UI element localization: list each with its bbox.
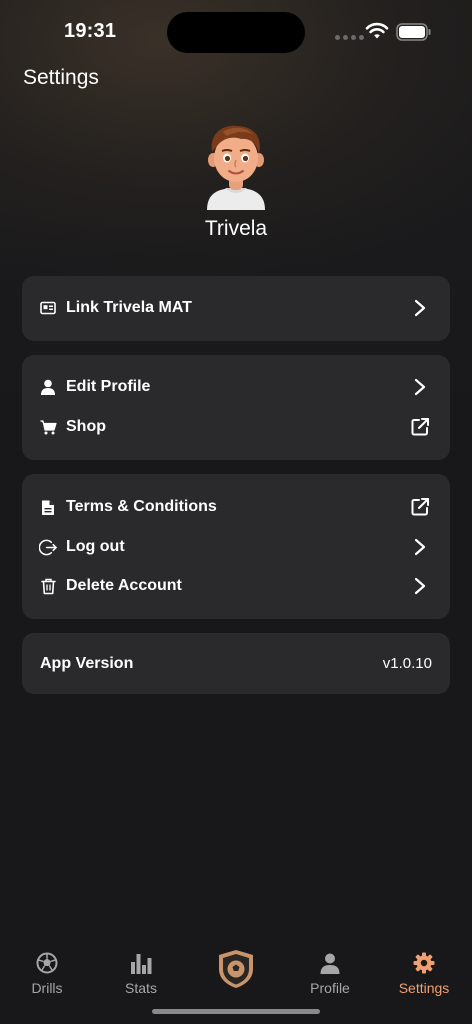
chevron-right-icon bbox=[410, 298, 430, 318]
soccer-ball-icon bbox=[7, 950, 87, 976]
tab-profile[interactable]: Profile bbox=[290, 950, 370, 996]
id-card-icon bbox=[39, 299, 57, 317]
avatar[interactable] bbox=[201, 122, 271, 210]
app-version-card: App Version v1.0.10 bbox=[22, 633, 450, 694]
external-link-icon bbox=[410, 417, 430, 437]
trash-icon bbox=[39, 577, 57, 595]
gear-icon bbox=[384, 950, 464, 976]
tab-drills-label: Drills bbox=[31, 980, 63, 996]
battery-icon bbox=[396, 23, 431, 41]
bar-chart-icon bbox=[101, 950, 181, 976]
logout-label: Log out bbox=[66, 538, 125, 555]
chevron-right-icon bbox=[410, 377, 430, 397]
person-icon bbox=[39, 378, 57, 396]
app-version-label: App Version bbox=[40, 655, 134, 672]
logout-icon bbox=[39, 538, 57, 556]
device-card: Link Trivela MAT bbox=[22, 276, 450, 341]
cart-icon bbox=[39, 418, 57, 436]
external-link-icon bbox=[410, 497, 430, 517]
shop-label: Shop bbox=[66, 418, 106, 435]
home-indicator bbox=[152, 1009, 320, 1014]
edit-profile-label: Edit Profile bbox=[66, 378, 151, 395]
tab-profile-label: Profile bbox=[310, 980, 350, 996]
tab-settings[interactable]: Settings bbox=[384, 950, 464, 996]
shield-ball-icon[interactable] bbox=[217, 949, 255, 989]
document-icon bbox=[39, 498, 57, 516]
page-title: Settings bbox=[23, 66, 99, 89]
tab-stats-label: Stats bbox=[125, 980, 157, 996]
legal-card: Terms & Conditions Log out Delete Accoun… bbox=[22, 474, 450, 619]
delete-account-row[interactable]: Delete Account bbox=[22, 566, 450, 606]
dynamic-island bbox=[167, 12, 305, 53]
edit-profile-row[interactable]: Edit Profile bbox=[22, 367, 450, 407]
chevron-right-icon bbox=[410, 537, 430, 557]
logout-row[interactable]: Log out bbox=[22, 527, 450, 567]
terms-label: Terms & Conditions bbox=[66, 498, 217, 515]
shop-row[interactable]: Shop bbox=[22, 407, 450, 447]
account-card: Edit Profile Shop bbox=[22, 355, 450, 460]
wifi-icon bbox=[365, 22, 389, 39]
app-version-value: v1.0.10 bbox=[382, 655, 432, 672]
person-icon bbox=[290, 950, 370, 976]
link-mat-row[interactable]: Link Trivela MAT bbox=[22, 288, 450, 328]
tab-settings-label: Settings bbox=[398, 980, 450, 996]
terms-row[interactable]: Terms & Conditions bbox=[22, 487, 450, 527]
cellular-signal-icon bbox=[335, 35, 364, 40]
tab-drills[interactable]: Drills bbox=[7, 950, 87, 996]
tab-stats[interactable]: Stats bbox=[101, 950, 181, 996]
link-mat-label: Link Trivela MAT bbox=[66, 299, 192, 316]
chevron-right-icon bbox=[410, 576, 430, 596]
status-time: 19:31 bbox=[64, 20, 117, 42]
profile-name: Trivela bbox=[204, 217, 268, 240]
delete-account-label: Delete Account bbox=[66, 577, 182, 594]
